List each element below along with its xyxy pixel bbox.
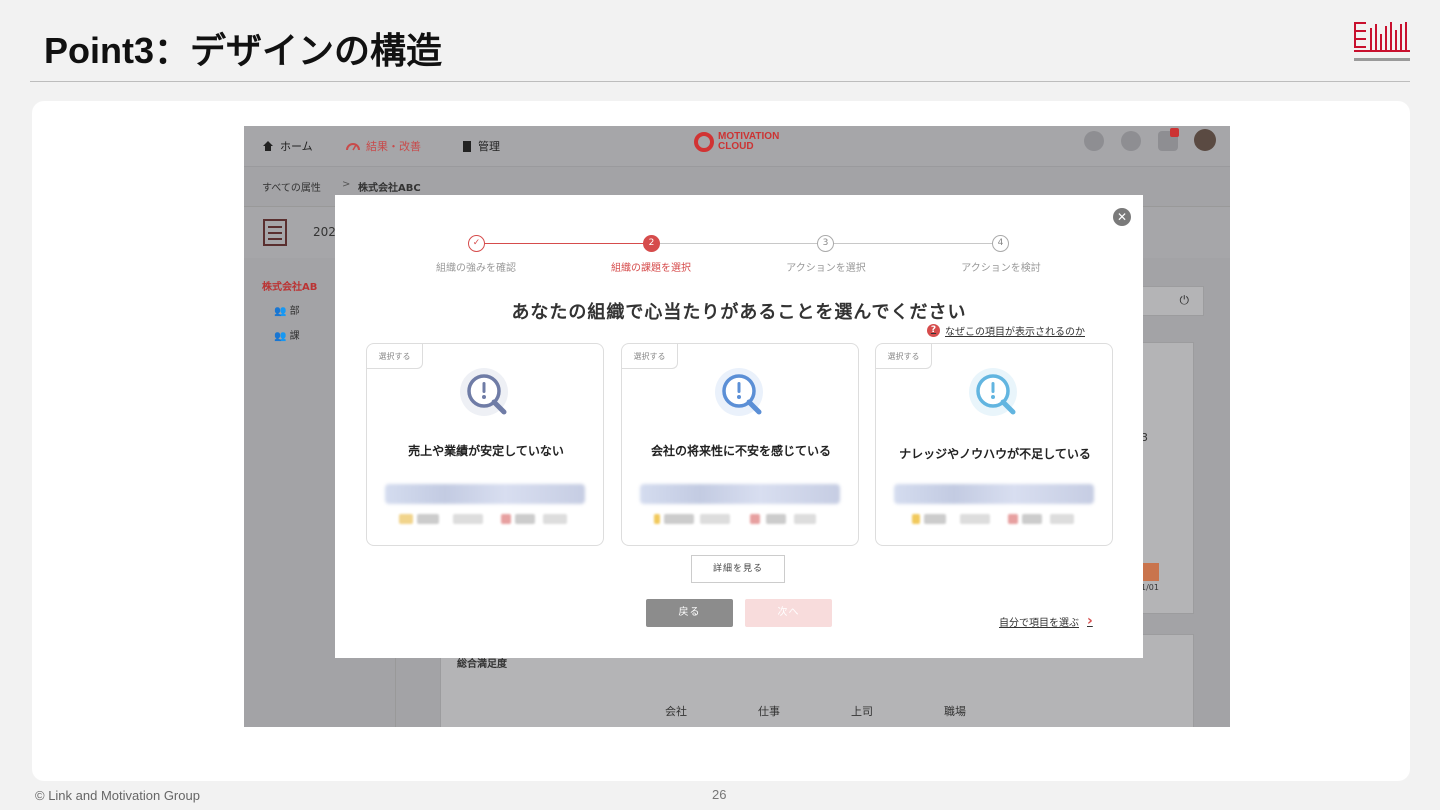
step-2-dot: 2: [643, 235, 660, 252]
home-icon: [263, 141, 273, 151]
period-label: 202: [313, 225, 336, 239]
export-icon[interactable]: ⏻: [1180, 293, 1190, 308]
blurred-tags: [399, 514, 575, 526]
option-title: ナレッジやノウハウが不足している: [899, 447, 1091, 461]
nav-results-label: 結果・改善: [366, 140, 421, 153]
nav-home-label: ホーム: [280, 140, 313, 153]
sidebar-item-section-label: 課: [289, 331, 300, 342]
back-button[interactable]: 戻る: [646, 599, 733, 627]
sidebar-item-company[interactable]: 株式会社AB: [262, 278, 317, 293]
breadcrumb-root[interactable]: すべての属性: [262, 179, 321, 194]
step-1-check-icon: ✓: [468, 235, 485, 252]
issue-selection-modal: ✕ ✓ 2 3 4 組織の強みを確認 組織の課題を選択 アクションを選択 アクシ…: [335, 195, 1143, 658]
step-3-label: アクションを選択: [786, 263, 866, 274]
app-screenshot: ホーム 結果・改善 管理 MOTIVATION CLOUD すべての属性 > 株…: [244, 126, 1230, 727]
notification-badge: [1170, 128, 1179, 137]
option-title: 売上や業績が安定していない: [408, 444, 564, 458]
slide-title: Point3：デザインの構造: [44, 30, 443, 71]
option-card-future[interactable]: 選択する 会社の将来性に不安を感じている: [621, 343, 859, 546]
question-icon: ?: [927, 324, 940, 337]
chevron-right-icon: ›: [1087, 613, 1093, 629]
report-icon: [263, 219, 287, 246]
step-line-done: [476, 243, 651, 244]
bg-date: 1/01: [1141, 583, 1159, 592]
magnifier-alert-icon: [715, 368, 763, 416]
nav-home[interactable]: ホーム: [262, 138, 313, 154]
option-select-tag: 選択する: [876, 344, 932, 369]
nav-results[interactable]: 結果・改善: [346, 138, 421, 154]
bg-column-work: 仕事: [758, 705, 780, 718]
step-1-label: 組織の強みを確認: [436, 263, 516, 274]
option-title: 会社の将来性に不安を感じている: [650, 444, 831, 458]
sidebar-item-section[interactable]: 👥 課: [274, 327, 300, 342]
blurred-tags: [908, 514, 1084, 526]
brand-line2: CLOUD: [718, 141, 754, 152]
sidebar-item-dept[interactable]: 👥 部: [274, 302, 300, 317]
self-select-label: 自分で項目を選ぶ: [999, 617, 1079, 629]
bg-column-company: 会社: [665, 705, 687, 718]
app-topbar: ホーム 結果・改善 管理 MOTIVATION CLOUD: [244, 126, 1230, 166]
brand-ring-icon: [694, 132, 714, 152]
blurred-description: [385, 484, 585, 504]
clipboard-icon: [463, 140, 471, 152]
sidebar-item-dept-label: 部: [289, 306, 300, 317]
self-select-link[interactable]: 自分で項目を選ぶ ›: [999, 613, 1093, 629]
nav-manage[interactable]: 管理: [462, 138, 500, 154]
blurred-description: [894, 484, 1094, 504]
footer-copyright: © Link and Motivation Group: [35, 788, 200, 803]
bg-column-workplace: 職場: [944, 705, 966, 718]
title-divider: [30, 81, 1410, 82]
step-2-label: 組織の課題を選択: [611, 263, 691, 274]
globe-icon[interactable]: [1084, 131, 1104, 151]
next-button[interactable]: 次へ: [745, 599, 832, 627]
help-icon[interactable]: [1121, 131, 1141, 151]
step-4-label: アクションを検討: [961, 263, 1041, 274]
option-card-sales[interactable]: 選択する 売上や業績が安定していない: [366, 343, 604, 546]
option-card-knowledge[interactable]: 選択する ナレッジやノウハウが不足している: [875, 343, 1113, 546]
bg-bar: [1141, 563, 1159, 581]
gauge-icon: [346, 143, 360, 151]
option-select-tag: 選択する: [622, 344, 678, 369]
chevron-right-icon: >: [342, 179, 351, 190]
avatar[interactable]: [1194, 129, 1216, 151]
why-shown-label: なぜこの項目が表示されるのか: [945, 327, 1085, 338]
why-shown-link[interactable]: ? なぜこの項目が表示されるのか: [927, 323, 1085, 338]
option-select-tag: 選択する: [367, 344, 423, 369]
magnifier-alert-icon: [969, 368, 1017, 416]
close-icon[interactable]: ✕: [1113, 208, 1131, 226]
breadcrumb-current: 株式会社ABC: [358, 183, 421, 194]
step-3-dot: 3: [817, 235, 834, 252]
bg-column-boss: 上司: [851, 705, 873, 718]
link-and-motivation-logo: [1354, 22, 1410, 61]
nav-manage-label: 管理: [478, 140, 500, 153]
magnifier-alert-icon: [460, 368, 508, 416]
page-number: 26: [712, 787, 727, 802]
step-4-dot: 4: [992, 235, 1009, 252]
modal-heading: あなたの組織で心当たりがあることを選んでください: [511, 302, 967, 323]
motivation-cloud-logo: MOTIVATION CLOUD: [694, 132, 779, 152]
blurred-tags: [654, 514, 830, 526]
blurred-description: [640, 484, 840, 504]
detail-button[interactable]: 詳細を見る: [691, 555, 785, 583]
